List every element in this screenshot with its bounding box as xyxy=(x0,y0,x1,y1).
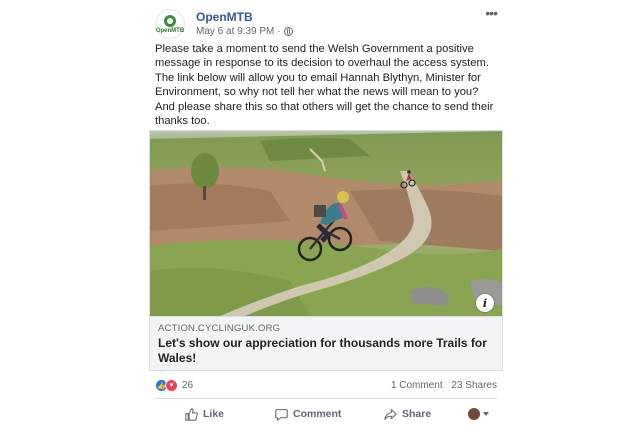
comment-label: Comment xyxy=(293,408,342,420)
post-meta: May 6 at 9:39 PM · xyxy=(196,26,293,37)
reaction-icons[interactable]: 👍 ♥ xyxy=(155,379,178,392)
share-count-link[interactable]: 23 Shares xyxy=(451,380,497,391)
post-actions: Like Comment Share xyxy=(155,403,497,425)
user-avatar xyxy=(468,408,480,420)
post-timestamp[interactable]: May 6 at 9:39 PM xyxy=(196,26,274,37)
comment-count-link[interactable]: 1 Comment xyxy=(391,380,443,391)
page-avatar[interactable]: OpenMTB xyxy=(155,9,185,39)
like-button[interactable]: Like xyxy=(185,407,225,421)
page-name-link[interactable]: OpenMTB xyxy=(196,10,253,24)
link-meta[interactable]: ACTION.CYCLINGUK.ORG Let's show our appr… xyxy=(150,316,502,370)
reaction-count[interactable]: 26 xyxy=(182,380,193,391)
meta-separator: · xyxy=(277,26,281,37)
chevron-down-icon xyxy=(483,412,489,416)
share-arrow-icon xyxy=(384,408,397,420)
mountain-bike-trail-photo xyxy=(150,131,502,316)
openmtb-logo-icon xyxy=(164,14,176,27)
post-as-selector[interactable] xyxy=(468,408,489,420)
avatar-logo-text: OpenMTB xyxy=(155,27,185,34)
share-button[interactable]: Share xyxy=(384,408,431,421)
engagement-stats: 1 Comment 23 Shares xyxy=(391,380,497,391)
reactions-bar: 👍 ♥ 26 1 Comment 23 Shares xyxy=(155,378,497,394)
link-domain: ACTION.CYCLINGUK.ORG xyxy=(158,323,281,334)
actions-divider xyxy=(155,398,497,399)
post-message: Please take a moment to send the Welsh G… xyxy=(155,43,494,128)
comment-button[interactable]: Comment xyxy=(275,408,341,421)
thumbs-up-icon xyxy=(185,407,198,421)
like-label: Like xyxy=(203,408,225,420)
link-preview-image[interactable]: i xyxy=(150,131,502,316)
post-card: OpenMTB OpenMTB May 6 at 9:39 PM · ••• P… xyxy=(145,0,507,426)
comment-icon xyxy=(275,408,288,421)
link-preview[interactable]: i ACTION.CYCLINGUK.ORG Let's show our ap… xyxy=(149,130,503,371)
info-button[interactable]: i xyxy=(476,294,494,312)
more-options-button[interactable]: ••• xyxy=(485,6,498,20)
globe-icon[interactable] xyxy=(283,27,293,36)
link-title[interactable]: Let's show our appreciation for thousand… xyxy=(158,336,488,366)
post-header: OpenMTB OpenMTB May 6 at 9:39 PM · ••• xyxy=(155,6,498,39)
share-label: Share xyxy=(402,408,432,420)
love-reaction-icon: ♥ xyxy=(165,379,178,392)
